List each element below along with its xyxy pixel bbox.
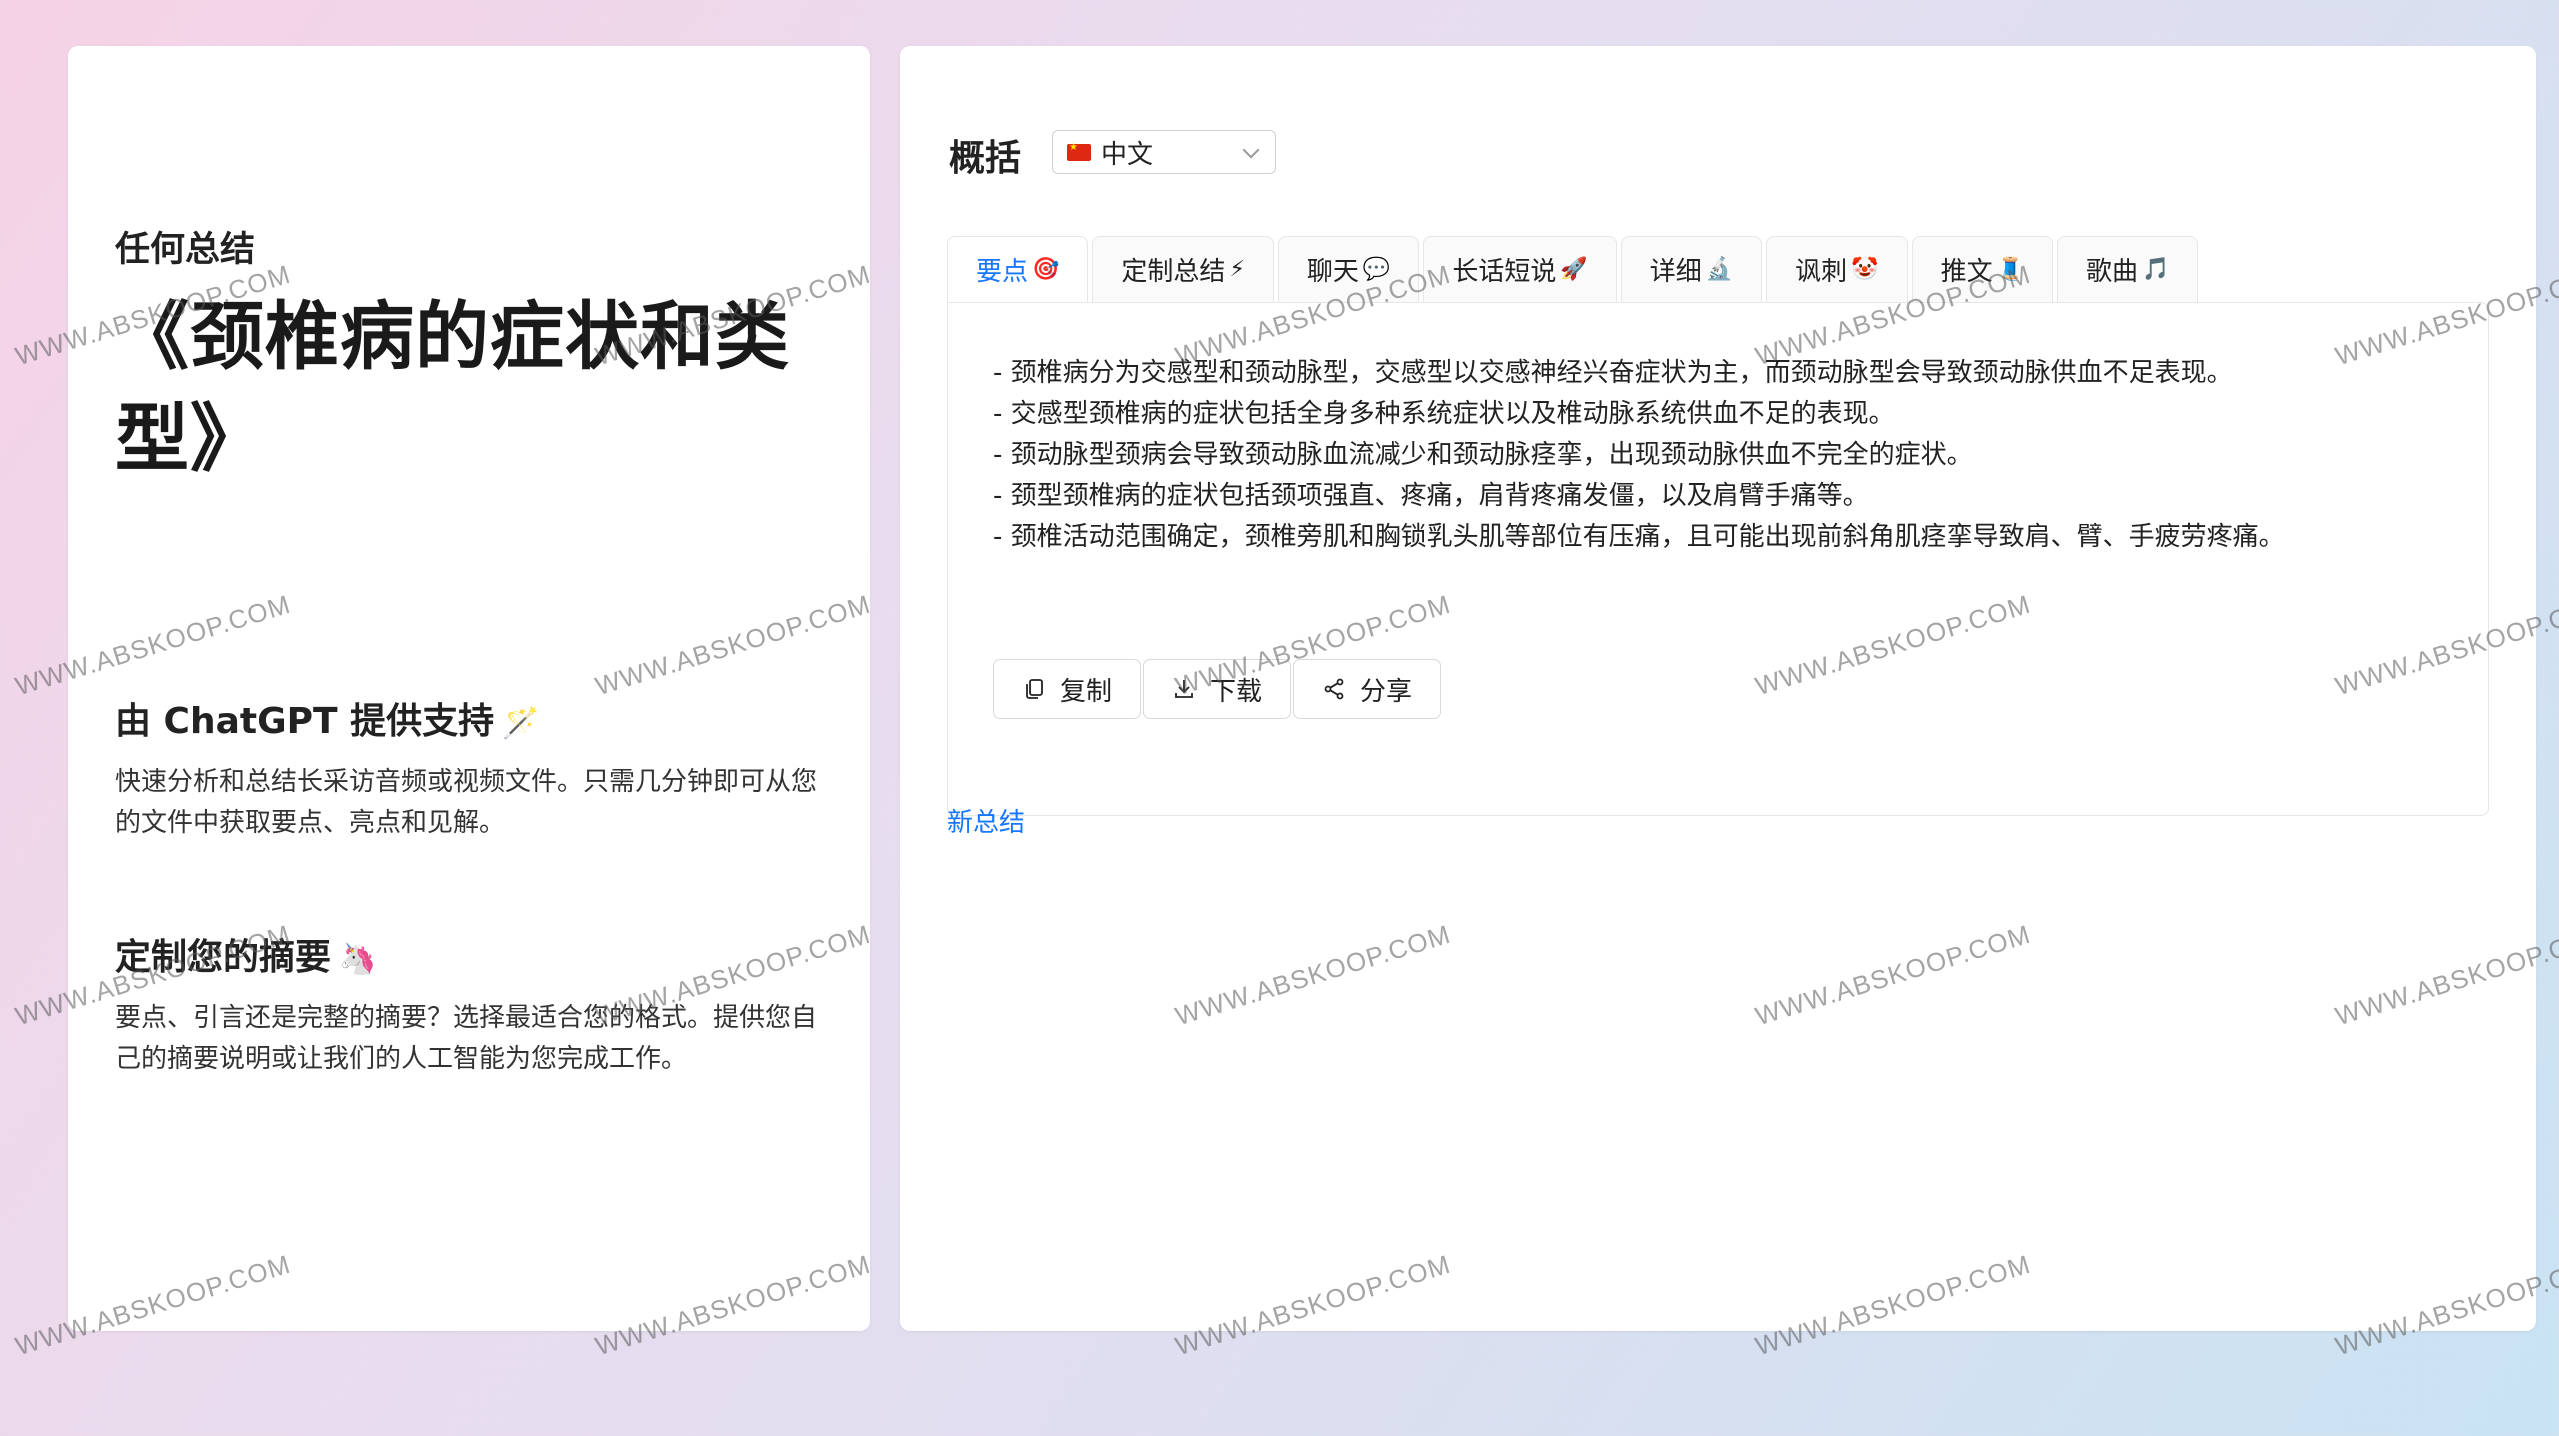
tab-detailed[interactable]: 详细 🔬 xyxy=(1620,236,1763,302)
share-button[interactable]: 分享 xyxy=(1293,659,1442,719)
microscope-icon: 🔬 xyxy=(1705,257,1734,282)
action-bar: 复制 下载 分享 xyxy=(993,659,1443,719)
feature-heading-custom: 定制您的摘要 🦄 xyxy=(115,928,376,980)
tab-label: 歌曲 xyxy=(2086,257,2139,287)
thread-icon: 🧵 xyxy=(1996,257,2024,282)
feature-heading-custom-text: 定制您的摘要 xyxy=(115,937,332,978)
chevron-down-icon xyxy=(1242,141,1260,159)
app-title: 任何总结 xyxy=(115,230,256,270)
download-icon xyxy=(1175,680,1193,698)
tab-key-points[interactable]: 要点 🎯 xyxy=(947,236,1089,302)
summary-tabs: 要点 🎯 定制总结 ⚡ 聊天 💬 长话短说 🚀 详细 🔬 讽刺 🤡 推文 🧵 歌曲 🎵 xyxy=(947,236,2202,302)
summary-panel: 概括 中文 要点🎯 定制总结⚡ 聊天💬 长话短说🚀 详细🔬 讽刺🤡 推文🧵 歌曲… xyxy=(900,46,2536,1331)
summary-point: - 交感型颈椎病的症状包括全身多种系统症状以及椎动脉系统供血不足的表现。 xyxy=(993,399,1895,429)
tab-label: 定制总结 xyxy=(1121,257,1226,287)
tab-chat[interactable]: 聊天 💬 xyxy=(1277,236,1420,302)
china-flag-icon xyxy=(1067,142,1091,161)
summary-content: - 颈椎病分为交感型和颈动脉型，交感型以交感神经兴奋症状为主，而颈动脉型会导致颈… xyxy=(947,302,2489,816)
summary-list: - 颈椎病分为交感型和颈动脉型，交感型以交感神经兴奋症状为主，而颈动脉型会导致颈… xyxy=(993,353,2333,558)
tab-song[interactable]: 歌曲 🎵 xyxy=(2057,236,2199,302)
tab-tldr[interactable]: 长话短说 🚀 xyxy=(1423,236,1617,302)
speech-bubble-icon: 💬 xyxy=(1362,257,1391,282)
summary-point: - 颈型颈椎病的症状包括颈项强直、疼痛，肩背疼痛发僵，以及肩臂手痛等。 xyxy=(993,481,1869,511)
lightning-icon: ⚡ xyxy=(1229,257,1245,282)
tab-label: 讽刺 xyxy=(1795,257,1848,287)
rocket-icon: 🚀 xyxy=(1560,257,1588,282)
feature-heading-chatgpt-text: 由 ChatGPT 提供支持 xyxy=(115,701,495,742)
copy-icon xyxy=(1026,679,1043,699)
copy-button-label: 复制 xyxy=(1060,676,1113,707)
summary-point: - 颈椎病分为交感型和颈动脉型，交感型以交感神经兴奋症状为主，而颈动脉型会导致颈… xyxy=(993,358,2233,388)
summary-point: - 颈椎活动范围确定，颈椎旁肌和胸锁乳头肌等部位有压痛，且可能出现前斜角肌痉挛导… xyxy=(993,522,2285,552)
tab-tweet[interactable]: 推文 🧵 xyxy=(1911,236,2053,302)
feature-description-chatgpt: 快速分析和总结长采访音频或视频文件。只需几分钟即可从您的文件中获取要点、亮点和见… xyxy=(115,767,818,838)
download-button[interactable]: 下载 xyxy=(1143,659,1292,719)
summary-point: - 颈动脉型颈病会导致颈动脉血流减少和颈动脉痉挛，出现颈动脉供血不完全的症状。 xyxy=(993,440,1973,470)
tab-label: 推文 xyxy=(1940,257,1993,287)
language-select[interactable]: 中文 xyxy=(1052,130,1276,174)
share-icon xyxy=(1324,678,1344,700)
language-select-value: 中文 xyxy=(1101,139,1154,170)
download-button-label: 下载 xyxy=(1210,676,1263,707)
tab-label: 详细 xyxy=(1649,257,1702,287)
target-icon: 🎯 xyxy=(1032,257,1060,282)
tab-label: 要点 xyxy=(976,257,1029,287)
intro-panel: 任何总结 《颈椎病的症状和类型》 由 ChatGPT 提供支持 🪄 快速分析和总结… xyxy=(68,46,870,1331)
feature-heading-chatgpt: 由 ChatGPT 提供支持 🪄 xyxy=(115,692,539,744)
unicorn-icon: 🦄 xyxy=(339,942,377,977)
section-label: 概括 xyxy=(949,138,1022,179)
feature-description-custom: 要点、引言还是完整的摘要？选择最适合您的格式。提供您自己的摘要说明或让我们的人工… xyxy=(115,1003,818,1074)
tab-label: 长话短说 xyxy=(1452,257,1557,287)
document-title: 《颈椎病的症状和类型》 xyxy=(115,294,790,482)
tab-label: 聊天 xyxy=(1306,257,1359,287)
tab-custom-summary[interactable]: 定制总结 ⚡ xyxy=(1092,236,1274,302)
tab-sarcasm[interactable]: 讽刺 🤡 xyxy=(1766,236,1908,302)
copy-button[interactable]: 复制 xyxy=(993,659,1142,719)
music-note-icon: 🎵 xyxy=(2142,257,2170,282)
clown-icon: 🤡 xyxy=(1851,257,1879,282)
new-summary-link[interactable]: 新总结 xyxy=(947,802,1025,839)
share-button-label: 分享 xyxy=(1360,676,1413,707)
magic-wand-icon: 🪄 xyxy=(502,706,540,741)
